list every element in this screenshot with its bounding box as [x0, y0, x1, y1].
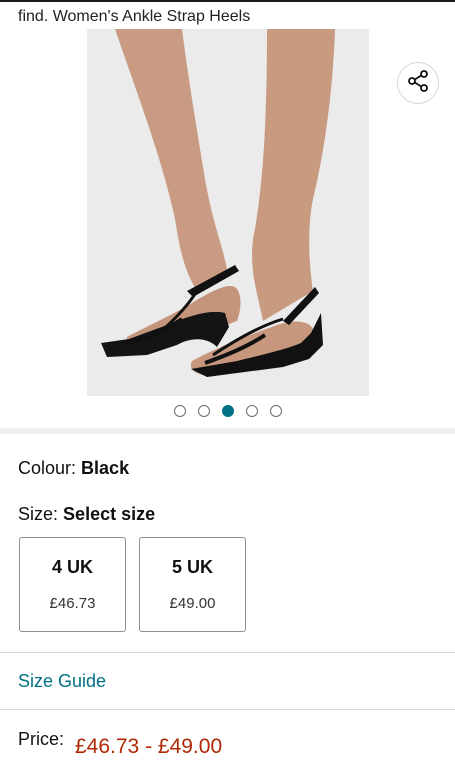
price-label: Price: [18, 729, 65, 749]
share-icon [407, 69, 429, 97]
carousel-dot[interactable] [197, 405, 210, 417]
size-guide-link[interactable]: Size Guide [18, 671, 106, 692]
product-photo-illustration [87, 29, 369, 396]
size-option-4-uk[interactable]: 4 UK £46.73 [19, 537, 126, 632]
carousel-dot-active[interactable] [221, 405, 234, 417]
size-option-5-uk[interactable]: 5 UK £49.00 [139, 537, 246, 632]
colour-row: Colour: Black [18, 458, 129, 479]
section-separator [0, 428, 455, 434]
product-image-gallery[interactable] [0, 29, 455, 396]
divider [0, 709, 455, 710]
size-row: Size: Select size [18, 504, 155, 525]
size-option-price: £46.73 [49, 595, 96, 612]
carousel-dot[interactable] [245, 405, 258, 417]
size-value: Select size [63, 504, 156, 524]
divider [0, 652, 455, 653]
size-option-price: £49.00 [169, 595, 216, 612]
carousel-dot[interactable] [173, 405, 186, 417]
carousel-dot[interactable] [269, 405, 282, 417]
share-button[interactable] [397, 62, 439, 104]
size-option-label: 5 UK [171, 557, 213, 577]
price-range: £46.73 - £49.00 [75, 735, 223, 758]
size-option-label: 4 UK [51, 557, 93, 577]
product-title: find. Women's Ankle Strap Heels [18, 8, 251, 25]
colour-value: Black [81, 458, 130, 478]
carousel-dots [0, 405, 455, 417]
product-image[interactable] [87, 29, 369, 396]
colour-label: Colour: [18, 458, 77, 478]
size-label: Size: [18, 504, 59, 524]
top-border [0, 0, 455, 2]
